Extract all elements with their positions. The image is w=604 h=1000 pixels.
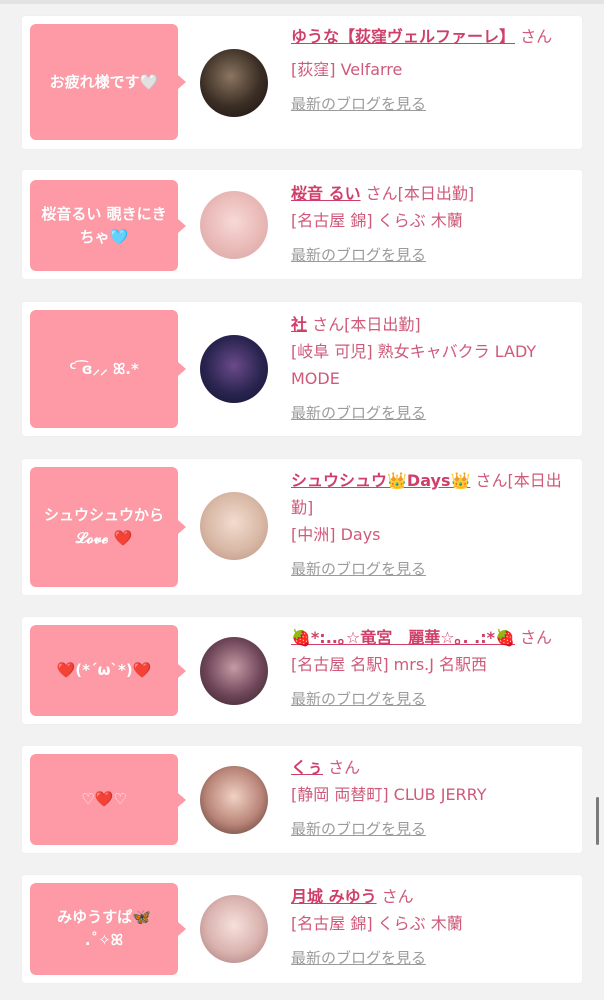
blog-entry-card[interactable]: シュウシュウから 𝓛𝓸𝓿𝓮 ❤️ シュウシュウ👑Days👑 さん[本日出勤] [… [22, 459, 582, 595]
honorific: さん[本日出勤] [360, 184, 475, 203]
message-bubble: ❤️(*´ω`*)❤️ [30, 625, 186, 716]
cast-name-link[interactable]: くぅ [291, 758, 323, 777]
message-bubble: ♡❤️♡ [30, 754, 186, 845]
shop-name: [名古屋 錦] くらぶ 木蘭 [291, 914, 463, 933]
avatar[interactable] [200, 766, 268, 834]
latest-blog-link[interactable]: 最新のブログを見る [291, 686, 566, 713]
scrollbar[interactable] [596, 797, 599, 845]
latest-blog-link[interactable]: 最新のブログを見る [291, 945, 566, 972]
honorific: さん [376, 887, 414, 906]
latest-blog-link[interactable]: 最新のブログを見る [291, 91, 566, 118]
honorific: さん [515, 27, 553, 46]
cast-name-link[interactable]: シュウシュウ👑Days👑 [291, 471, 470, 490]
avatar[interactable] [200, 637, 268, 705]
honorific: さん [323, 758, 361, 777]
blog-entry-card[interactable]: ♡❤️♡ くぅ さん [静岡 両替町] CLUB JERRY 最新のブログを見る [22, 746, 582, 853]
entry-info: 🍓*:..｡☆竜宮 麗華☆｡. .:*🍓 さん [名古屋 名駅] mrs.J 名… [291, 624, 566, 713]
avatar[interactable] [200, 335, 268, 403]
message-bubble: みゆうすぱ🦋 .˚✧ꕤ [30, 883, 186, 975]
blog-entry-card[interactable]: お疲れ様です🤍 ゆうな【荻窪ヴェルファーレ】 さん [荻窪] Velfarre … [22, 16, 582, 149]
message-bubble: シュウシュウから 𝓛𝓸𝓿𝓮 ❤️ [30, 467, 186, 587]
latest-blog-link[interactable]: 最新のブログを見る [291, 242, 566, 269]
cast-name-link[interactable]: 社 [291, 315, 307, 334]
avatar[interactable] [200, 895, 268, 963]
top-divider [0, 0, 604, 4]
blog-entry-card[interactable]: ᑦ ͡ɞ⸝⸝ ꕤ.* 社 さん[本日出勤] [岐阜 可児] 熟女キャバクラ LA… [22, 302, 582, 436]
blog-entry-card[interactable]: 桜音るい 覗きにきちゃ🩵 桜音 るい さん[本日出勤] [名古屋 錦] くらぶ … [22, 170, 582, 279]
cast-name-link[interactable]: 桜音 るい [291, 184, 361, 203]
avatar[interactable] [200, 191, 268, 259]
entry-info: くぅ さん [静岡 両替町] CLUB JERRY 最新のブログを見る [291, 754, 566, 843]
shop-name: [名古屋 名駅] mrs.J 名駅西 [291, 655, 488, 674]
cast-name-link[interactable]: 🍓*:..｡☆竜宮 麗華☆｡. .:*🍓 [291, 628, 515, 647]
honorific: さん[本日出勤] [307, 315, 421, 334]
shop-name: [名古屋 錦] くらぶ 木蘭 [291, 211, 463, 230]
latest-blog-link[interactable]: 最新のブログを見る [291, 556, 566, 583]
entry-info: 桜音 るい さん[本日出勤] [名古屋 錦] くらぶ 木蘭 最新のブログを見る [291, 180, 566, 269]
message-bubble: 桜音るい 覗きにきちゃ🩵 [30, 180, 186, 271]
message-bubble: ᑦ ͡ɞ⸝⸝ ꕤ.* [30, 310, 186, 428]
avatar[interactable] [200, 492, 268, 560]
shop-name: [静岡 両替町] CLUB JERRY [291, 785, 487, 804]
latest-blog-link[interactable]: 最新のブログを見る [291, 816, 566, 843]
entry-info: 月城 みゆう さん [名古屋 錦] くらぶ 木蘭 最新のブログを見る [291, 883, 566, 972]
honorific: さん [514, 628, 553, 647]
entry-info: シュウシュウ👑Days👑 さん[本日出勤] [中洲] Days 最新のブログを見… [291, 467, 566, 583]
shop-name: [中洲] Days [291, 525, 381, 544]
cast-name-link[interactable]: ゆうな【荻窪ヴェルファーレ】 [291, 27, 515, 46]
blog-entry-card[interactable]: みゆうすぱ🦋 .˚✧ꕤ 月城 みゆう さん [名古屋 錦] くらぶ 木蘭 最新の… [22, 875, 582, 983]
message-bubble: お疲れ様です🤍 [30, 24, 186, 140]
shop-name: [岐阜 可児] 熟女キャバクラ LADY MODE [291, 342, 537, 388]
avatar[interactable] [200, 49, 268, 117]
cast-name-link[interactable]: 月城 みゆう [291, 887, 377, 906]
entry-info: 社 さん[本日出勤] [岐阜 可児] 熟女キャバクラ LADY MODE 最新の… [291, 311, 566, 427]
blog-entry-card[interactable]: ❤️(*´ω`*)❤️ 🍓*:..｡☆竜宮 麗華☆｡. .:*🍓 さん [名古屋… [22, 617, 582, 724]
shop-name: [荻窪] Velfarre [291, 60, 403, 79]
entry-info: ゆうな【荻窪ヴェルファーレ】 さん [荻窪] Velfarre 最新のブログを見… [291, 23, 566, 118]
latest-blog-link[interactable]: 最新のブログを見る [291, 400, 566, 427]
